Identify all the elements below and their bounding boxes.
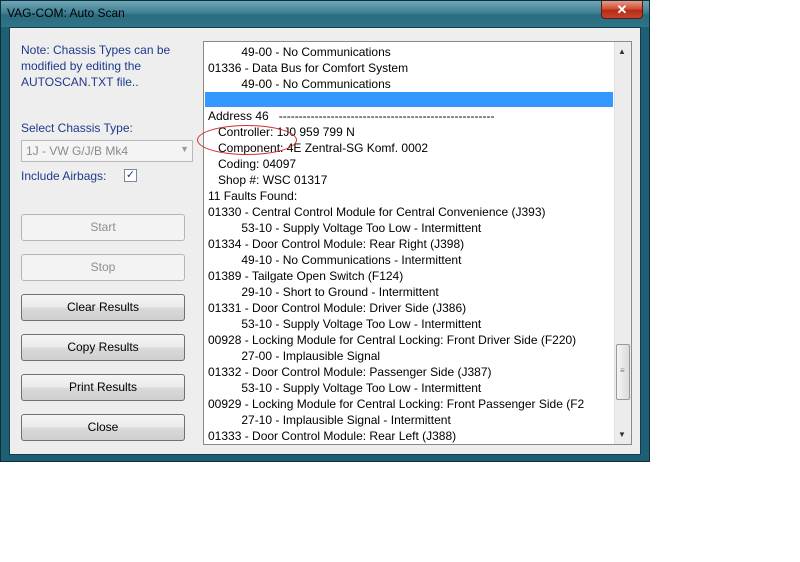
dialog-body: Note: Chassis Types can be modified by e… bbox=[9, 27, 641, 455]
scroll-down-icon[interactable]: ▼ bbox=[618, 430, 626, 439]
stop-button[interactable]: Stop bbox=[21, 254, 185, 281]
include-airbags-label: Include Airbags: bbox=[21, 169, 107, 183]
window-title: VAG-COM: Auto Scan bbox=[7, 6, 125, 20]
include-airbags-checkbox[interactable]: ✓ bbox=[124, 169, 137, 182]
scan-results-list[interactable]: 49-00 - No Communications 01336 - Data Bu… bbox=[203, 41, 632, 445]
result-line[interactable]: Address 46 -----------------------------… bbox=[208, 108, 495, 124]
result-line[interactable]: 49-10 - No Communications - Intermittent bbox=[208, 252, 461, 268]
result-line[interactable]: 01334 - Door Control Module: Rear Right … bbox=[208, 236, 464, 252]
chassis-note: Note: Chassis Types can be modified by e… bbox=[21, 43, 171, 89]
title-bar[interactable]: VAG-COM: Auto Scan ✕ bbox=[1, 1, 649, 27]
result-line[interactable]: 27-00 - Implausible Signal bbox=[208, 348, 380, 364]
result-line[interactable]: 53-10 - Supply Voltage Too Low - Intermi… bbox=[208, 380, 481, 396]
start-button[interactable]: Start bbox=[21, 214, 185, 241]
result-line[interactable]: Coding: 04097 bbox=[208, 156, 296, 172]
close-icon: ✕ bbox=[616, 2, 628, 17]
window-close-button[interactable]: ✕ bbox=[601, 1, 643, 19]
scrollbar-thumb[interactable]: ≡ bbox=[616, 344, 630, 400]
address-highlight-circle bbox=[197, 125, 297, 155]
result-line[interactable]: 11 Faults Found: bbox=[208, 188, 297, 204]
checkmark-icon: ✓ bbox=[125, 169, 136, 181]
result-line[interactable]: 49-00 - No Communications bbox=[208, 76, 390, 92]
selected-result-row[interactable] bbox=[205, 92, 613, 107]
result-line[interactable]: 00928 - Locking Module for Central Locki… bbox=[208, 332, 576, 348]
result-line[interactable]: 01336 - Data Bus for Comfort System bbox=[208, 60, 408, 76]
print-results-button[interactable]: Print Results bbox=[21, 374, 185, 401]
result-line[interactable]: 01332 - Door Control Module: Passenger S… bbox=[208, 364, 492, 380]
copy-results-button[interactable]: Copy Results bbox=[21, 334, 185, 361]
scroll-up-icon[interactable]: ▲ bbox=[618, 47, 626, 56]
result-line[interactable]: 53-10 - Supply Voltage Too Low - Intermi… bbox=[208, 316, 481, 332]
result-line[interactable]: 01331 - Door Control Module: Driver Side… bbox=[208, 300, 466, 316]
grip-icon: ≡ bbox=[620, 366, 625, 375]
chassis-type-label: Select Chassis Type: bbox=[21, 121, 133, 135]
result-line[interactable]: 00929 - Locking Module for Central Locki… bbox=[208, 396, 584, 412]
result-line[interactable]: Shop #: WSC 01317 bbox=[208, 172, 327, 188]
chassis-type-value: 1J - VW G/J/B Mk4 bbox=[26, 144, 129, 158]
clear-results-button[interactable]: Clear Results bbox=[21, 294, 185, 321]
result-line[interactable]: 01333 - Door Control Module: Rear Left (… bbox=[208, 428, 456, 444]
results-scrollbar[interactable]: ▲ ≡ ▼ bbox=[614, 42, 631, 444]
result-line[interactable]: 01330 - Central Control Module for Centr… bbox=[208, 204, 546, 220]
close-button[interactable]: Close bbox=[21, 414, 185, 441]
auto-scan-window: VAG-COM: Auto Scan ✕ Note: Chassis Types… bbox=[0, 0, 650, 462]
result-line[interactable]: 29-10 - Short to Ground - Intermittent bbox=[208, 284, 438, 300]
result-line[interactable]: 27-10 - Implausible Signal - Intermitten… bbox=[208, 412, 450, 428]
result-line[interactable]: 53-10 - Supply Voltage Too Low - Intermi… bbox=[208, 220, 481, 236]
result-line[interactable]: 01389 - Tailgate Open Switch (F124) bbox=[208, 268, 403, 284]
result-line[interactable]: 49-00 - No Communications bbox=[208, 44, 390, 60]
chassis-type-select[interactable]: 1J - VW G/J/B Mk4 ▼ bbox=[21, 140, 193, 162]
chevron-down-icon: ▼ bbox=[180, 144, 189, 154]
